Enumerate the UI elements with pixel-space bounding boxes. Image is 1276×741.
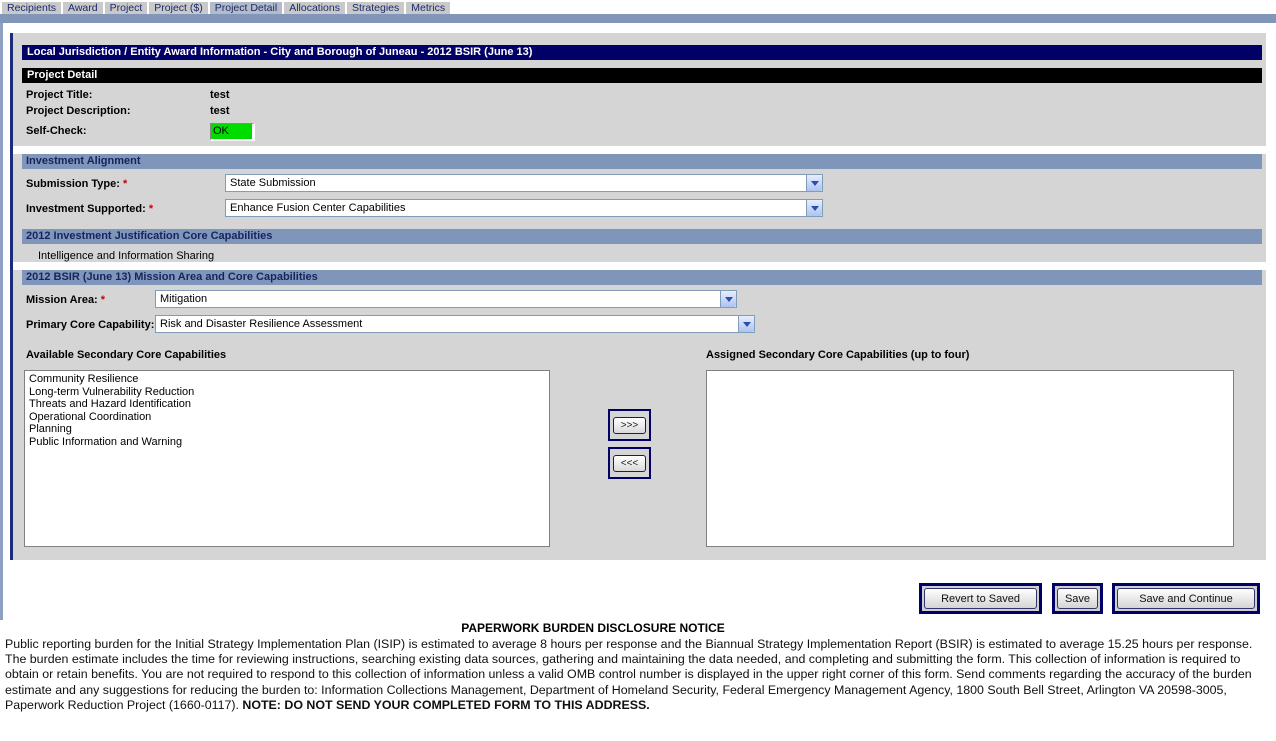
list-item[interactable]: Operational Coordination: [25, 411, 549, 424]
revert-button-frame: Revert to Saved: [919, 583, 1042, 614]
save-continue-button-frame: Save and Continue: [1112, 583, 1260, 614]
save-button-frame: Save: [1052, 583, 1103, 614]
available-capabilities-label: Available Secondary Core Capabilities: [26, 349, 227, 361]
list-item[interactable]: Community Resilience: [25, 373, 549, 386]
dropdown-button[interactable]: [806, 175, 822, 191]
save-button[interactable]: Save: [1057, 588, 1098, 609]
investment-alignment-header: Investment Alignment: [22, 154, 1262, 169]
save-and-continue-button[interactable]: Save and Continue: [1117, 588, 1255, 609]
chevron-down-icon: [742, 321, 751, 327]
form-panel: Local Jurisdiction / Entity Award Inform…: [10, 33, 1266, 560]
chevron-down-icon: [810, 205, 819, 211]
award-info-title-bar: Local Jurisdiction / Entity Award Inform…: [22, 45, 1262, 60]
section-divider: [13, 146, 1266, 154]
ij-core-capability-value: Intelligence and Information Sharing: [38, 250, 215, 262]
required-asterisk: *: [148, 203, 154, 215]
paperwork-notice-body: Public reporting burden for the Initial …: [5, 637, 1271, 713]
page-left-border: [0, 23, 3, 620]
list-item[interactable]: Threats and Hazard Identification: [25, 398, 549, 411]
project-description-label: Project Description:: [26, 105, 131, 117]
submission-type-selected-value: State Submission: [230, 177, 316, 189]
project-title-value: test: [210, 89, 230, 101]
assign-capability-button[interactable]: >>>: [613, 416, 646, 434]
dropdown-button[interactable]: [738, 316, 754, 332]
dropdown-button[interactable]: [806, 200, 822, 216]
available-capabilities-listbox[interactable]: Community Resilience Long-term Vulnerabi…: [24, 370, 550, 547]
revert-to-saved-button[interactable]: Revert to Saved: [924, 588, 1037, 609]
list-item[interactable]: Planning: [25, 423, 549, 436]
mission-area-label: Mission Area:: [26, 294, 98, 306]
assigned-capabilities-label: Assigned Secondary Core Capabilities (up…: [706, 349, 970, 361]
tab-underline-bar: [0, 14, 1276, 23]
investment-supported-dropdown[interactable]: Enhance Fusion Center Capabilities: [225, 199, 823, 217]
list-item[interactable]: Long-term Vulnerability Reduction: [25, 386, 549, 399]
ij-core-capabilities-header: 2012 Investment Justification Core Capab…: [22, 229, 1262, 244]
submission-type-label: Submission Type:: [26, 178, 120, 190]
primary-core-capability-dropdown[interactable]: Risk and Disaster Resilience Assessment: [155, 315, 755, 333]
investment-supported-label: Investment Supported:: [26, 203, 146, 215]
dropdown-button[interactable]: [720, 291, 736, 307]
list-item[interactable]: Public Information and Warning: [25, 436, 549, 449]
submission-type-dropdown[interactable]: State Submission: [225, 174, 823, 192]
paperwork-notice-title: PAPERWORK BURDEN DISCLOSURE NOTICE: [461, 621, 725, 635]
project-detail-header: Project Detail: [22, 68, 1262, 83]
required-asterisk: *: [100, 294, 106, 306]
project-title-label: Project Title:: [26, 89, 93, 101]
remove-capability-button-frame: <<<: [608, 447, 651, 479]
remove-capability-button[interactable]: <<<: [613, 454, 646, 472]
investment-supported-selected-value: Enhance Fusion Center Capabilities: [230, 202, 406, 214]
page: Recipients Award Project Project ($) Pro…: [0, 0, 1276, 741]
section-divider: [13, 262, 1266, 270]
self-check-status-field[interactable]: OK: [210, 123, 255, 141]
mission-area-dropdown[interactable]: Mitigation: [155, 290, 737, 308]
chevron-down-icon: [724, 296, 733, 302]
self-check-label: Self-Check:: [26, 125, 87, 137]
notice-note: NOTE: DO NOT SEND YOUR COMPLETED FORM TO…: [242, 697, 650, 712]
assigned-capabilities-listbox[interactable]: [706, 370, 1234, 547]
chevron-down-icon: [810, 180, 819, 186]
project-description-value: test: [210, 105, 230, 117]
assign-capability-button-frame: >>>: [608, 409, 651, 441]
mission-area-selected-value: Mitigation: [160, 293, 208, 305]
required-asterisk: *: [122, 178, 128, 190]
bsir-mission-area-header: 2012 BSIR (June 13) Mission Area and Cor…: [22, 270, 1262, 285]
primary-core-capability-selected-value: Risk and Disaster Resilience Assessment: [160, 318, 363, 330]
primary-core-capability-label: Primary Core Capability:: [26, 319, 155, 331]
